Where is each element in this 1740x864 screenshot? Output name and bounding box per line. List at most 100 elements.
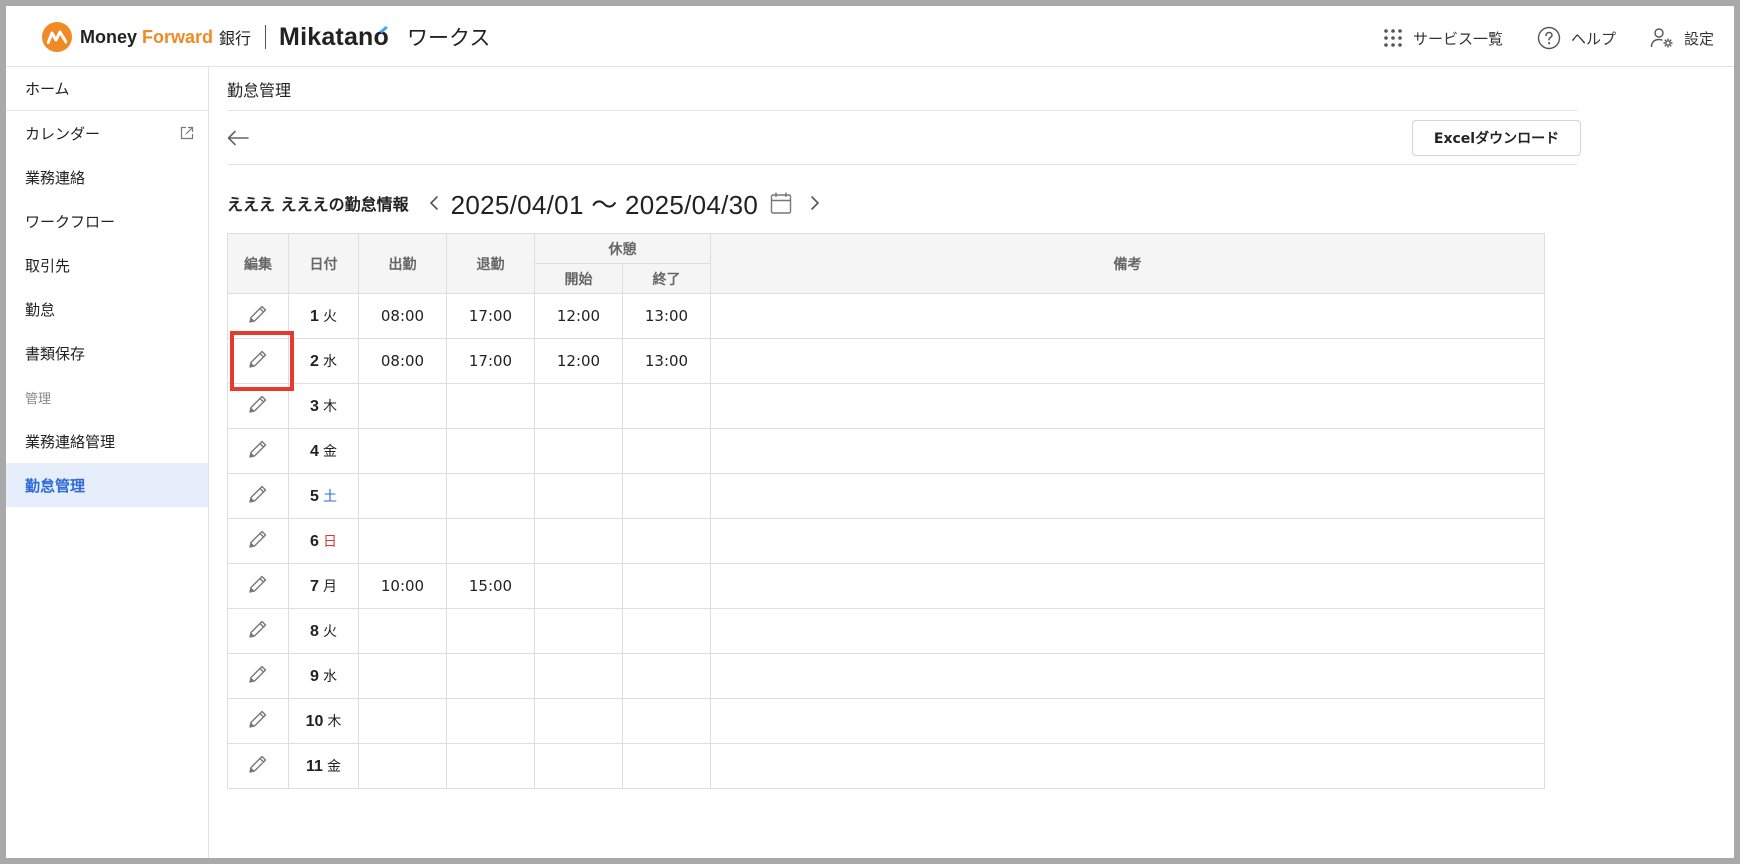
edit-cell[interactable]	[227, 338, 289, 384]
day-number: 7	[310, 578, 319, 595]
break-start-cell: 12:00	[534, 293, 623, 339]
sidebar-item-document-storage[interactable]: 書類保存	[6, 331, 208, 375]
help-button[interactable]: ヘルプ	[1537, 26, 1616, 50]
attendance-title-bar: えええ えええの勤怠情報 2025/04/01 〜 2025/04/30	[227, 185, 820, 221]
table-row: 11 金	[227, 743, 1545, 789]
pencil-edit-icon[interactable]	[247, 348, 269, 370]
note-cell	[710, 383, 1545, 429]
table-row: 5土	[227, 473, 1545, 519]
day-number: 11	[306, 758, 323, 775]
edit-cell[interactable]	[227, 473, 289, 519]
break-start-cell	[534, 698, 623, 744]
day-of-week: 木	[327, 714, 342, 730]
break-start-cell: 12:00	[534, 338, 623, 384]
sidebar-item-attendance[interactable]: 勤怠	[6, 287, 208, 331]
sidebar-item-label: 勤怠	[25, 300, 56, 319]
pencil-edit-icon[interactable]	[247, 573, 269, 595]
prev-period-button[interactable]	[429, 195, 439, 211]
edit-cell[interactable]	[227, 563, 289, 609]
day-number: 3	[310, 398, 319, 415]
table-row: 6日	[227, 518, 1545, 564]
day-number: 10	[305, 713, 324, 730]
day-number: 9	[310, 668, 319, 685]
note-cell	[710, 563, 1545, 609]
break-end-cell	[622, 608, 711, 654]
edit-cell[interactable]	[227, 698, 289, 744]
sidebar-item-attendance-admin[interactable]: 勤怠管理	[6, 463, 208, 507]
logo-money-text: Money	[80, 26, 138, 47]
sidebar-item-label: 業務連絡管理	[25, 432, 116, 451]
clock-out-cell	[446, 653, 535, 699]
sidebar-nav: ホーム カレンダー 業務連絡 ワークフロー 取引先 勤怠 書類保存 管理 業務連…	[6, 67, 209, 858]
app-window: Money Forward 銀行 Mikatano ワークス サービス一覧 ヘル…	[6, 6, 1734, 858]
break-end-cell	[622, 563, 711, 609]
date-cell: 3木	[288, 383, 359, 429]
edit-cell[interactable]	[227, 653, 289, 699]
settings-label: 設定	[1683, 29, 1714, 48]
break-end-cell: 13:00	[622, 338, 711, 384]
day-of-week: 金	[322, 444, 337, 460]
table-row: 9水	[227, 653, 1545, 699]
day-of-week: 火	[322, 624, 337, 640]
break-end-cell	[622, 518, 711, 564]
sidebar-item-home[interactable]: ホーム	[6, 67, 208, 111]
clock-out-cell	[446, 428, 535, 474]
back-button[interactable]	[227, 125, 257, 151]
clock-out-cell: 15:00	[446, 563, 535, 609]
period-range: 2025/04/01 〜 2025/04/30	[450, 189, 759, 220]
date-cell: 10 木	[288, 698, 359, 744]
sidebar-item-business-notice[interactable]: 業務連絡	[6, 155, 208, 199]
note-cell	[710, 653, 1545, 699]
pencil-edit-icon[interactable]	[247, 438, 269, 460]
sidebar-item-clients[interactable]: 取引先	[6, 243, 208, 287]
pencil-edit-icon[interactable]	[247, 483, 269, 505]
sidebar-item-label: ホーム	[25, 80, 70, 98]
date-cell: 7月	[288, 563, 359, 609]
table-row: 3木	[227, 383, 1545, 429]
attendance-table-body: 1 火 08:00 17:00 12:00 13:00 2 水 08:00 17:00 12:00 1…	[227, 293, 1545, 789]
settings-button[interactable]: 設定	[1650, 27, 1714, 49]
day-number: 6	[310, 533, 319, 550]
pencil-edit-icon[interactable]	[247, 303, 269, 325]
sidebar-item-workflow[interactable]: ワークフロー	[6, 199, 208, 243]
clock-in-cell: 08:00	[358, 338, 447, 384]
excel-download-button[interactable]: Excelダウンロード	[1412, 120, 1581, 156]
clock-out-cell	[446, 383, 535, 429]
break-end-cell	[622, 428, 711, 474]
day-number: 5	[310, 488, 319, 505]
break-start-cell	[534, 383, 623, 429]
sidebar-item-business-notice-admin[interactable]: 業務連絡管理	[6, 419, 208, 463]
pencil-edit-icon[interactable]	[247, 618, 269, 640]
col-header-note: 備考	[710, 233, 1545, 294]
break-end-cell	[622, 698, 711, 744]
edit-cell[interactable]	[227, 293, 289, 339]
col-header-date: 日付	[288, 233, 359, 294]
calendar-picker-button[interactable]	[770, 191, 792, 215]
sidebar-item-label: 勤怠管理	[25, 476, 86, 495]
break-start-cell	[534, 608, 623, 654]
pencil-edit-icon[interactable]	[247, 708, 269, 730]
app-logo[interactable]: Money Forward 銀行 Mikatano ワークス	[42, 22, 490, 52]
edit-cell[interactable]	[227, 428, 289, 474]
break-start-cell	[534, 473, 623, 519]
logo-product-name: Mikatano	[279, 22, 389, 51]
edit-cell[interactable]	[227, 743, 289, 789]
arrow-left-icon	[227, 130, 249, 146]
pencil-edit-icon[interactable]	[247, 753, 269, 775]
sidebar-section-admin: 管理	[25, 391, 52, 407]
edit-cell[interactable]	[227, 608, 289, 654]
pencil-edit-icon[interactable]	[247, 393, 269, 415]
pencil-edit-icon[interactable]	[247, 528, 269, 550]
clock-in-cell	[358, 473, 447, 519]
sidebar-item-calendar[interactable]: カレンダー	[6, 111, 208, 155]
edit-cell[interactable]	[227, 518, 289, 564]
date-cell: 11 金	[288, 743, 359, 789]
service-list-label: サービス一覧	[1412, 29, 1503, 48]
clock-in-cell: 08:00	[358, 293, 447, 339]
edit-cell[interactable]	[227, 383, 289, 429]
pencil-edit-icon[interactable]	[247, 663, 269, 685]
clock-out-cell	[446, 698, 535, 744]
sidebar-item-label: 業務連絡	[25, 168, 86, 187]
next-period-button[interactable]	[810, 195, 820, 211]
service-list-button[interactable]: サービス一覧	[1383, 28, 1503, 49]
